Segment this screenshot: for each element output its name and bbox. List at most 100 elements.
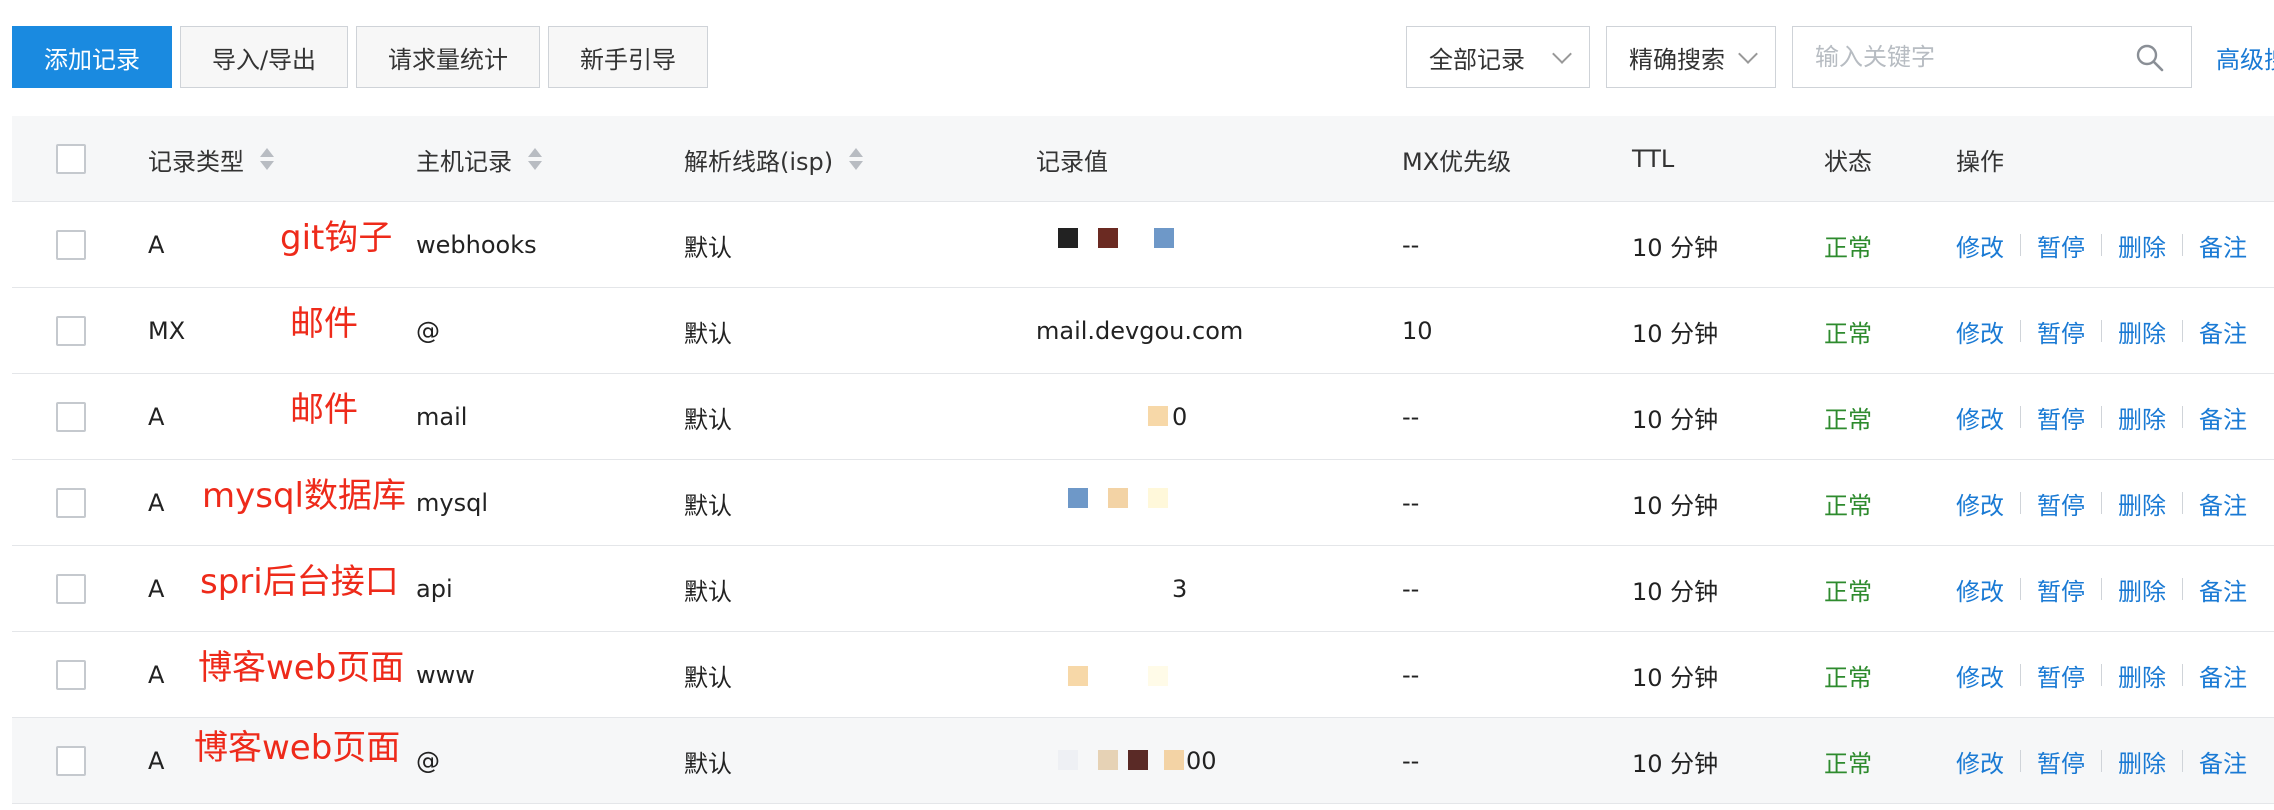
- search-input[interactable]: [1815, 39, 2115, 75]
- mx-priority: 10: [1402, 317, 1433, 345]
- annotation-label: 博客web页面: [194, 728, 401, 768]
- pause-link[interactable]: 暂停: [2037, 744, 2085, 779]
- column-header-line-label: 解析线路(isp): [684, 147, 834, 176]
- record-value-redacted: 3: [1036, 546, 1266, 632]
- sort-icon[interactable]: [260, 146, 274, 172]
- pause-link[interactable]: 暂停: [2037, 572, 2085, 607]
- record-type: A: [148, 575, 165, 603]
- edit-link[interactable]: 修改: [1956, 658, 2004, 693]
- row-checkbox[interactable]: [56, 488, 86, 518]
- record-value-redacted: [1036, 632, 1266, 718]
- search-icon[interactable]: [2135, 43, 2165, 73]
- import-export-button[interactable]: 导入/导出: [180, 26, 348, 88]
- delete-link[interactable]: 删除: [2118, 228, 2166, 263]
- row-checkbox[interactable]: [56, 230, 86, 260]
- mx-priority: --: [1402, 747, 1420, 775]
- sort-icon[interactable]: [849, 146, 864, 172]
- edit-link[interactable]: 修改: [1956, 744, 2004, 779]
- host-record: webhooks: [416, 231, 537, 259]
- row-checkbox[interactable]: [56, 746, 86, 776]
- host-record: api: [416, 575, 453, 603]
- resolve-line: 默认: [684, 577, 732, 606]
- delete-link[interactable]: 删除: [2118, 486, 2166, 521]
- pause-link[interactable]: 暂停: [2037, 228, 2085, 263]
- request-stats-button[interactable]: 请求量统计: [356, 26, 540, 88]
- status-badge: 正常: [1824, 749, 1872, 778]
- column-header-status: 状态: [1824, 147, 1872, 176]
- beginner-guide-button[interactable]: 新手引导: [548, 26, 708, 88]
- column-header-host-label: 主机记录: [416, 147, 512, 176]
- ttl-value: 10 分钟: [1632, 663, 1719, 692]
- row-checkbox[interactable]: [56, 574, 86, 604]
- record-value: mail.devgou.com: [1036, 317, 1244, 345]
- remark-link[interactable]: 备注: [2199, 658, 2247, 693]
- edit-link[interactable]: 修改: [1956, 400, 2004, 435]
- select-all-checkbox[interactable]: [56, 144, 86, 174]
- pause-link[interactable]: 暂停: [2037, 658, 2085, 693]
- table-row: A spri后台接口 api 默认 3 -- 10 分钟 正常 修改 暂停 删除…: [12, 546, 2274, 632]
- row-actions: 修改 暂停 删除 备注: [1956, 546, 2247, 632]
- resolve-line: 默认: [684, 319, 732, 348]
- mx-priority: --: [1402, 575, 1420, 603]
- record-type: MX: [148, 317, 186, 345]
- record-value: 00: [1186, 747, 1217, 775]
- column-header-line[interactable]: 解析线路(isp): [684, 116, 864, 202]
- row-checkbox[interactable]: [56, 402, 86, 432]
- resolve-line: 默认: [684, 491, 732, 520]
- sort-icon[interactable]: [528, 146, 542, 172]
- row-checkbox[interactable]: [56, 660, 86, 690]
- row-checkbox[interactable]: [56, 316, 86, 346]
- delete-link[interactable]: 删除: [2118, 314, 2166, 349]
- status-badge: 正常: [1824, 319, 1872, 348]
- column-header-type[interactable]: 记录类型: [148, 116, 274, 202]
- column-header-type-label: 记录类型: [148, 147, 244, 176]
- record-value: 3: [1172, 575, 1188, 603]
- record-value: 0: [1172, 403, 1188, 431]
- remark-link[interactable]: 备注: [2199, 744, 2247, 779]
- resolve-line: 默认: [684, 749, 732, 778]
- mx-priority: --: [1402, 661, 1420, 689]
- remark-link[interactable]: 备注: [2199, 228, 2247, 263]
- row-actions: 修改 暂停 删除 备注: [1956, 632, 2247, 718]
- advanced-search-link[interactable]: 高级搜索: [2216, 40, 2274, 75]
- annotation-label: git钩子: [280, 218, 393, 258]
- pause-link[interactable]: 暂停: [2037, 314, 2085, 349]
- pause-link[interactable]: 暂停: [2037, 486, 2085, 521]
- column-header-host[interactable]: 主机记录: [416, 116, 542, 202]
- edit-link[interactable]: 修改: [1956, 228, 2004, 263]
- search-mode-select[interactable]: 精确搜索: [1606, 26, 1776, 88]
- record-filter-select[interactable]: 全部记录: [1406, 26, 1590, 88]
- ttl-value: 10 分钟: [1632, 577, 1719, 606]
- annotation-label: 邮件: [290, 304, 358, 344]
- table-row: A 邮件 mail 默认 0 -- 10 分钟 正常 修改 暂停 删除 备注: [12, 374, 2274, 460]
- status-badge: 正常: [1824, 405, 1872, 434]
- pause-link[interactable]: 暂停: [2037, 400, 2085, 435]
- record-filter-value: 全部记录: [1429, 45, 1525, 74]
- resolve-line: 默认: [684, 663, 732, 692]
- record-value-redacted: 0: [1036, 374, 1266, 460]
- ttl-value: 10 分钟: [1632, 491, 1719, 520]
- status-badge: 正常: [1824, 491, 1872, 520]
- delete-link[interactable]: 删除: [2118, 658, 2166, 693]
- edit-link[interactable]: 修改: [1956, 486, 2004, 521]
- column-header-ttl: TTL: [1632, 145, 1675, 173]
- row-actions: 修改 暂停 删除 备注: [1956, 202, 2247, 288]
- ttl-value: 10 分钟: [1632, 749, 1719, 778]
- table-row: A git钩子 webhooks 默认 -- 10 分钟 正常 修改 暂停 删除…: [12, 202, 2274, 288]
- delete-link[interactable]: 删除: [2118, 572, 2166, 607]
- edit-link[interactable]: 修改: [1956, 314, 2004, 349]
- annotation-label: 邮件: [290, 390, 358, 430]
- record-type: A: [148, 231, 165, 259]
- delete-link[interactable]: 删除: [2118, 744, 2166, 779]
- remark-link[interactable]: 备注: [2199, 572, 2247, 607]
- row-actions: 修改 暂停 删除 备注: [1956, 288, 2247, 374]
- remark-link[interactable]: 备注: [2199, 486, 2247, 521]
- delete-link[interactable]: 删除: [2118, 400, 2166, 435]
- resolve-line: 默认: [684, 405, 732, 434]
- remark-link[interactable]: 备注: [2199, 400, 2247, 435]
- table-row: A 博客web页面 www 默认 -- 10 分钟 正常 修改 暂停 删除 备注: [12, 632, 2274, 718]
- remark-link[interactable]: 备注: [2199, 314, 2247, 349]
- add-record-button[interactable]: 添加记录: [12, 26, 172, 88]
- mx-priority: --: [1402, 489, 1420, 517]
- edit-link[interactable]: 修改: [1956, 572, 2004, 607]
